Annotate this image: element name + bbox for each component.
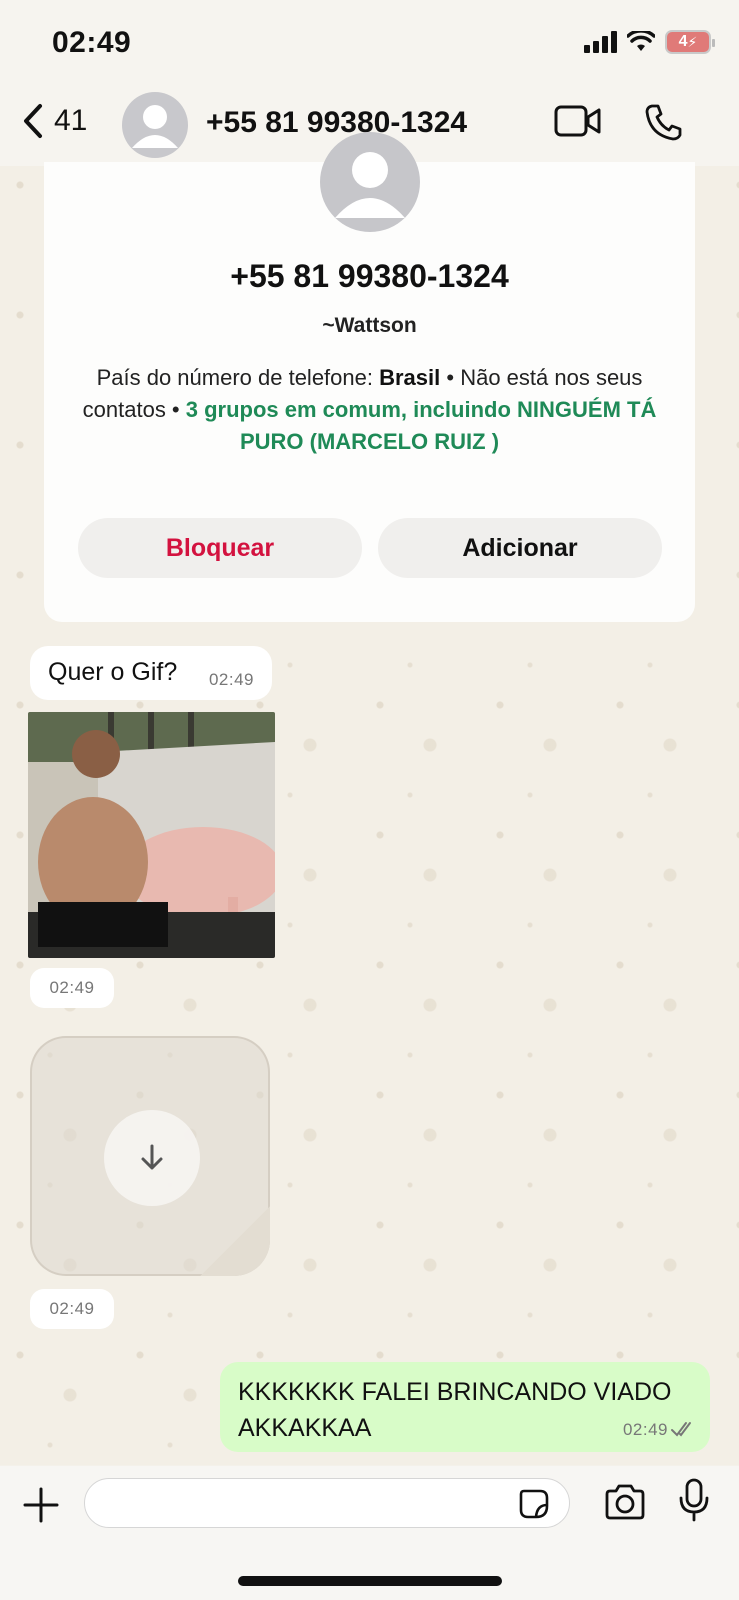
home-indicator[interactable] [238,1576,502,1586]
unread-count: 41 [54,104,88,137]
contact-alias: ~Wattson [322,314,417,337]
sticker-message[interactable] [30,1036,270,1276]
status-bar: 02:49 4 ⚡ [0,0,739,88]
avatar[interactable] [122,92,188,158]
read-receipt-icon [671,1422,691,1437]
battery-level: 4 [678,33,688,50]
contact-details: País do número de telefone: Brasil • Não… [62,362,677,458]
photo-thumbnail [28,712,275,958]
download-button[interactable] [104,1110,200,1206]
status-time: 02:49 [52,26,132,59]
message-time: 02:49 [30,968,114,1008]
video-call-icon[interactable] [554,104,602,138]
wifi-icon [627,31,655,51]
chat-title[interactable]: +55 81 99380-1324 [206,106,467,140]
block-button[interactable]: Bloquear [78,518,362,578]
message-time: 02:49 [30,1289,114,1329]
country-label: País do número de telefone: [96,365,380,390]
cellular-signal-icon [584,31,617,53]
contact-avatar [320,132,420,232]
message-text: Quer o Gif? [48,658,178,686]
default-avatar-icon [132,105,178,148]
country-value: Brasil [379,365,441,390]
message-time: 02:49 [208,670,254,689]
chevron-left-icon [24,104,42,138]
camera-icon[interactable] [604,1484,646,1520]
phone-call-icon[interactable] [644,102,684,142]
battery-icon: 4 ⚡ [665,30,715,54]
common-groups-link[interactable]: 3 grupos em comum, incluindo NINGUÉM TÁ … [186,397,657,454]
status-icons: 4 ⚡ [584,30,715,54]
back-button[interactable]: 41 [20,102,87,140]
message-time: 02:49 [622,1420,668,1439]
sticker-icon[interactable] [518,1488,550,1520]
message-input[interactable] [84,1478,570,1528]
outgoing-message[interactable]: KKKKKKK FALEI BRINCANDO VIADO AKKAKKAA 0… [220,1362,710,1452]
microphone-icon[interactable] [678,1478,710,1522]
download-arrow-icon [141,1144,163,1170]
add-contact-button[interactable]: Adicionar [378,518,662,578]
plus-icon[interactable] [22,1486,60,1524]
default-avatar-icon [335,152,405,218]
photo-message[interactable] [28,712,275,958]
incoming-message[interactable]: Quer o Gif? 02:49 [30,646,272,700]
contact-phone: +55 81 99380-1324 [230,258,509,294]
contact-info-card: +55 81 99380-1324 ~Wattson País do númer… [44,132,695,622]
